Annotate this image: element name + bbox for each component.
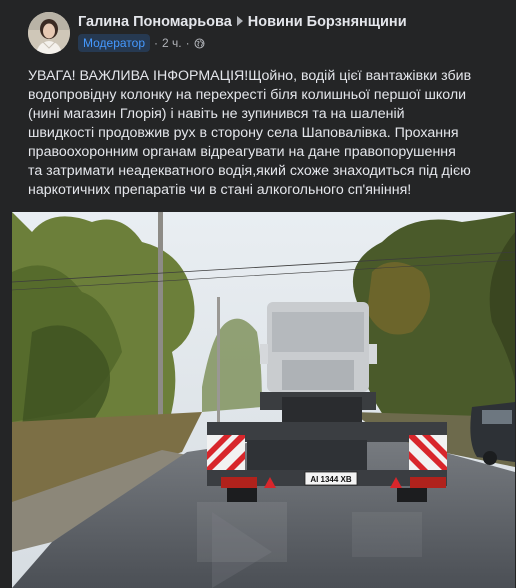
post-text-line: (нині магазин Глорія) і навіть не зупини… — [28, 106, 405, 122]
post-text-line: УВАГА! ВАЖЛИВА ІНФОРМАЦІЯ!Щойно, водій ц… — [28, 68, 472, 84]
post-header: Галина Пономарьова Новини Борзнянщини Мод… — [28, 12, 508, 58]
facebook-post: Галина Пономарьова Новини Борзнянщини Мод… — [0, 0, 516, 588]
moderator-badge[interactable]: Модератор — [78, 34, 151, 52]
group-name[interactable]: Новини Борзнянщини — [248, 14, 407, 30]
warning-panel-right — [409, 435, 447, 470]
post-meta: Модератор · 2 ч. · — [78, 34, 205, 52]
post-text-line: водопровідну колонку на перехресті біля … — [28, 87, 467, 103]
triangle-right-icon — [236, 16, 243, 26]
globe-icon[interactable] — [194, 38, 205, 49]
warning-panel-left — [207, 435, 245, 470]
post-time[interactable]: 2 ч. — [162, 36, 182, 50]
author-avatar[interactable] — [28, 12, 70, 54]
post-title: Галина Пономарьова Новини Борзнянщини — [78, 14, 407, 30]
post-photo[interactable]: АІ 1344 ХВ — [12, 212, 515, 588]
author-name[interactable]: Галина Пономарьова — [78, 14, 232, 30]
meta-separator-2: · — [185, 36, 190, 50]
post-text-line: правоохоронним органам відреагувати на д… — [28, 144, 456, 160]
avatar-photo — [28, 12, 70, 54]
truck-photo: АІ 1344 ХВ — [12, 212, 515, 588]
post-text-line: наркотичних препаратів чи в стані алкого… — [28, 182, 412, 198]
license-plate-text: АІ 1344 ХВ — [310, 475, 352, 484]
post-text-line: та затримати неадекватного водія,який сх… — [28, 163, 471, 179]
post-text: УВАГА! ВАЖЛИВА ІНФОРМАЦІЯ!Щойно, водій ц… — [28, 67, 498, 200]
meta-separator: · — [154, 36, 159, 50]
post-text-line: швидкості продовжив рух в сторону села Ш… — [28, 125, 459, 141]
